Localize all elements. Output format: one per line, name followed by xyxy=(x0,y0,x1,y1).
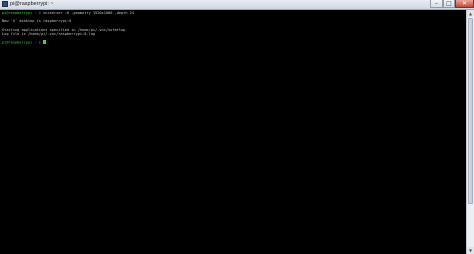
scroll-down-arrow-icon[interactable]: ▼ xyxy=(467,247,474,254)
terminal-output[interactable]: pi@raspberrypi ~ $ vncserver :0 -geometr… xyxy=(2,10,466,254)
terminal-line-prompt: pi@raspberrypi ~ $ xyxy=(2,40,466,45)
minimize-button[interactable]: – xyxy=(430,0,443,8)
prompt-user-host: pi@raspberrypi xyxy=(2,40,33,45)
scroll-up-arrow-icon[interactable]: ▲ xyxy=(467,10,474,17)
close-button[interactable]: ✕ xyxy=(455,0,474,8)
window-title: pi@raspberrypi: ~ xyxy=(10,1,54,7)
maximize-button[interactable]: □ xyxy=(443,0,455,8)
terminal-window: pi@raspberrypi: ~ – □ ✕ pi@raspberrypi ~… xyxy=(0,0,474,254)
prompt-user-host: pi@raspberrypi xyxy=(2,11,33,15)
vertical-scrollbar[interactable]: ▲ ▼ xyxy=(466,10,474,254)
scrollbar-thumb[interactable] xyxy=(468,18,473,204)
prompt-path: ~ $ xyxy=(34,40,41,45)
text-cursor xyxy=(43,40,46,45)
command-text: vncserver :0 -geometry 1920x1080 -depth … xyxy=(40,11,135,15)
terminal-app-icon[interactable] xyxy=(2,1,8,7)
title-bar[interactable]: pi@raspberrypi: ~ – □ ✕ xyxy=(0,0,474,10)
